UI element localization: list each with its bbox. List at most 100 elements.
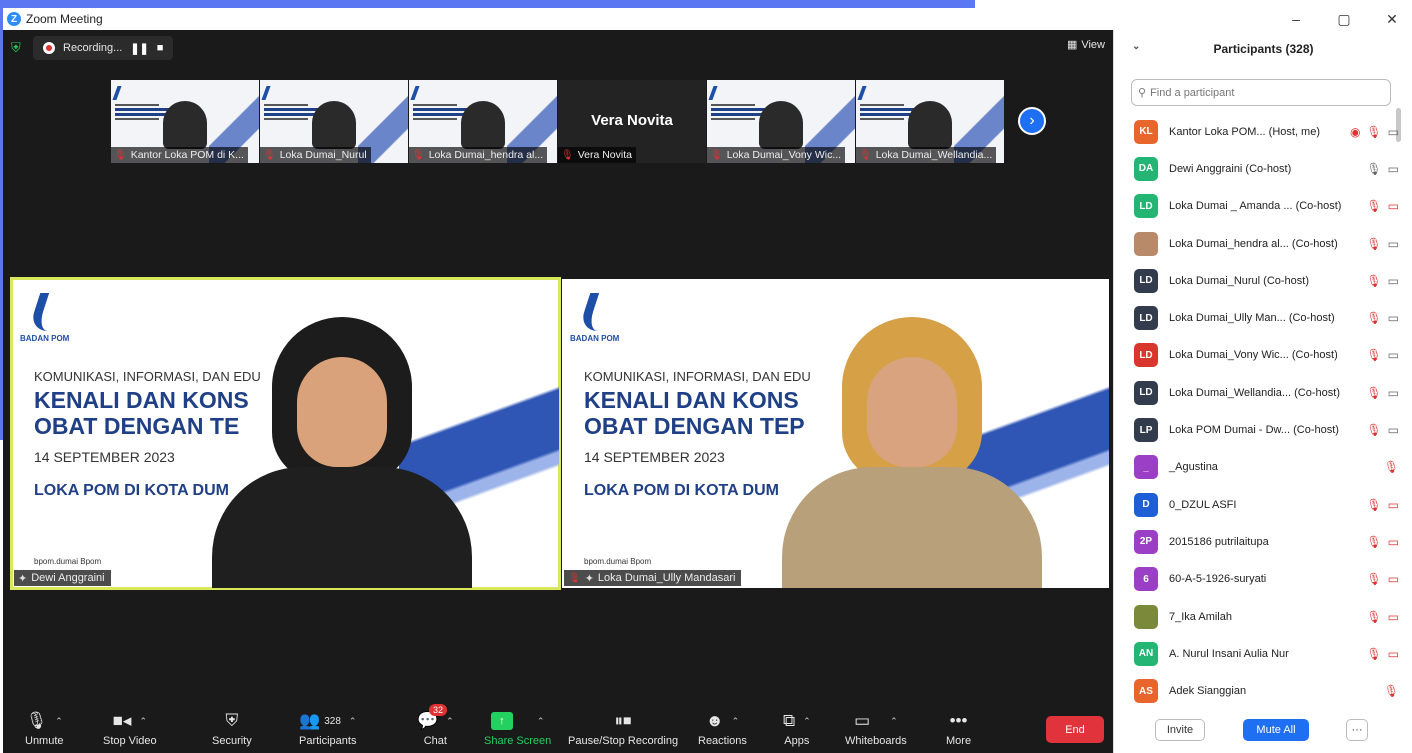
- search-icon: ⚲: [1138, 87, 1147, 99]
- whiteboards-button[interactable]: ▭ ⌃ Whiteboards: [845, 710, 907, 747]
- participant-row[interactable]: DA Dewi Anggraini (Co-host) 🎙 ▭: [1114, 150, 1412, 187]
- participant-row[interactable]: LP Loka POM Dumai - Dw... (Co-host) 🎙 ▭: [1114, 411, 1412, 448]
- end-meeting-button[interactable]: End: [1046, 716, 1104, 743]
- decor-band: [0, 0, 975, 8]
- participant-name: Adek Sianggian: [1169, 685, 1247, 698]
- video-tile[interactable]: BADAN POM KOMUNIKASI, INFORMASI, DAN EDU…: [562, 279, 1109, 588]
- participant-row[interactable]: LD Loka Dumai _ Amanda ... (Co-host) 🎙 ▭: [1114, 188, 1412, 225]
- participant-status-icons: 🎙 ▭: [1366, 348, 1399, 362]
- chevron-up-icon[interactable]: ⌃: [890, 716, 898, 727]
- participant-row[interactable]: AN A. Nurul Insani Aulia Nur 🎙 ▭: [1114, 635, 1412, 672]
- mic-icon: 🎙: [1366, 161, 1382, 176]
- participant-row[interactable]: LD Loka Dumai_Vony Wic... (Co-host) 🎙 ▭: [1114, 337, 1412, 374]
- mute-all-button[interactable]: Mute All: [1243, 718, 1309, 741]
- chat-button[interactable]: 💬 32 ⌃ Chat: [417, 704, 454, 747]
- recording-dot-icon: [43, 42, 55, 54]
- participant-name: A. Nurul Insani Aulia Nur: [1169, 647, 1289, 660]
- whiteboards-label: Whiteboards: [845, 735, 907, 747]
- encryption-shield-icon[interactable]: ⛨: [11, 40, 25, 56]
- minimize-button[interactable]: –: [1286, 11, 1306, 27]
- participant-row[interactable]: LD Loka Dumai_Wellandia... (Co-host) 🎙 ▭: [1114, 374, 1412, 411]
- grid-icon: ▦: [1066, 39, 1078, 51]
- stop-video-label: Stop Video: [103, 735, 157, 747]
- chevron-down-icon[interactable]: ⌄: [1132, 41, 1140, 52]
- thumbnail-name: Vera Novita: [577, 149, 632, 161]
- pause-stop-recording-button[interactable]: ⏸⏹ Pause/Stop Recording: [568, 710, 678, 747]
- chevron-up-icon[interactable]: ⌃: [732, 716, 740, 727]
- thumbnail-name: Kantor Loka POM di K...: [130, 149, 244, 161]
- participant-row[interactable]: 2P 2015186 putrilaitupa 🎙 ▭: [1114, 523, 1412, 560]
- thumbnail-tile[interactable]: 🎙 Loka Dumai_Vony Wic...: [707, 80, 855, 163]
- next-page-arrow-icon[interactable]: ›: [1018, 107, 1046, 135]
- participant-row[interactable]: D 0_DZUL ASFI 🎙 ▭: [1114, 486, 1412, 523]
- thumbnail-tile[interactable]: 🎙 Loka Dumai_Wellandia...: [856, 80, 1004, 163]
- more-label: More: [946, 735, 972, 747]
- title-bar: Z Zoom Meeting – ▢ ✕: [3, 8, 1412, 30]
- participant-row[interactable]: Loka Dumai_hendra al... (Co-host) 🎙 ▭: [1114, 225, 1412, 262]
- video-name-tag: ✦ Dewi Anggraini: [14, 570, 111, 586]
- participant-row[interactable]: 7_Ika Amilah 🎙 ▭: [1114, 598, 1412, 635]
- chevron-up-icon[interactable]: ⌃: [55, 716, 63, 727]
- thumbnail-tile[interactable]: 🎙 Kantor Loka POM di K...: [111, 80, 259, 163]
- mic-muted-icon: 🎙: [1366, 199, 1382, 214]
- mic-muted-icon: 🎙: [561, 149, 574, 161]
- participant-video: [759, 101, 803, 149]
- bpom-logo-icon: [410, 86, 426, 100]
- mic-muted-icon: 🎙: [1366, 124, 1382, 139]
- panel-footer: Invite Mute All ···: [1114, 706, 1412, 753]
- mic-muted-icon: 🎙: [114, 149, 127, 161]
- chat-label: Chat: [423, 735, 447, 747]
- chevron-up-icon[interactable]: ⌃: [803, 716, 811, 727]
- participant-row[interactable]: LD Loka Dumai_Nurul (Co-host) 🎙 ▭: [1114, 262, 1412, 299]
- participant-video: [461, 101, 505, 149]
- mic-muted-icon: 🎙: [1366, 609, 1382, 624]
- chevron-up-icon[interactable]: ⌃: [349, 716, 357, 727]
- video-off-icon: ▭: [1387, 646, 1399, 661]
- pause-recording-button[interactable]: ❚❚: [130, 42, 148, 55]
- chevron-up-icon[interactable]: ⌃: [537, 716, 545, 727]
- participant-row[interactable]: AS Adek Sianggian 🎙: [1114, 672, 1412, 709]
- security-button[interactable]: ⛨ Security: [212, 710, 252, 747]
- participant-row[interactable]: LD Loka Dumai_Ully Man... (Co-host) 🎙 ▭: [1114, 299, 1412, 336]
- view-button[interactable]: ▦ View: [1066, 38, 1105, 52]
- maximize-button[interactable]: ▢: [1334, 11, 1354, 28]
- reactions-button[interactable]: ☻ ⌃ Reactions: [698, 710, 747, 747]
- mic-muted-icon: 🎙: [859, 149, 872, 161]
- stop-recording-button[interactable]: ■: [157, 42, 164, 54]
- apps-button[interactable]: ⧉ ⌃ Apps: [783, 710, 811, 747]
- video-name: Dewi Anggraini: [31, 572, 105, 584]
- participants-button[interactable]: 👥 328 ⌃ Participants: [299, 710, 356, 747]
- panel-title: Participants (328): [1213, 42, 1314, 56]
- video-tile-active-speaker[interactable]: BADAN POM KOMUNIKASI, INFORMASI, DAN EDU…: [10, 277, 561, 590]
- share-screen-button[interactable]: ↑ ⌃ Share Screen: [484, 710, 551, 747]
- mic-muted-icon: 🎙: [25, 711, 48, 730]
- thumbnail-tile[interactable]: 🎙 Loka Dumai_Nurul: [260, 80, 408, 163]
- participant-name: Loka Dumai_Wellandia... (Co-host): [1169, 386, 1340, 399]
- invite-button[interactable]: Invite: [1155, 718, 1205, 741]
- thumbnail-tile[interactable]: 🎙 Loka Dumai_hendra al...: [409, 80, 557, 163]
- thumbnail-tile[interactable]: Vera Novita 🎙 Vera Novita: [558, 80, 706, 163]
- recording-label: Recording...: [63, 42, 123, 54]
- video-off-icon: ▭: [1387, 534, 1399, 549]
- stop-video-button[interactable]: ■◂ ⌃ Stop Video: [103, 710, 157, 747]
- participant-row[interactable]: _ _Agustina 🎙: [1114, 449, 1412, 486]
- unmute-button[interactable]: 🎙 ⌃ Unmute: [25, 710, 64, 747]
- video-icon: ▭: [1387, 161, 1399, 176]
- participant-row[interactable]: KL Kantor Loka POM... (Host, me) ◉ 🎙 ▭: [1114, 113, 1412, 150]
- participant-video: [908, 101, 952, 149]
- more-button[interactable]: ••• More: [946, 710, 971, 747]
- chevron-up-icon[interactable]: ⌃: [446, 716, 454, 727]
- participant-search-input[interactable]: ⚲ Find a participant: [1131, 79, 1391, 106]
- more-options-button[interactable]: ···: [1346, 718, 1368, 741]
- participant-row[interactable]: 6 60-A-5-1926-suryati 🎙 ▭: [1114, 561, 1412, 598]
- thumbnail-display-name: Vera Novita: [591, 112, 673, 129]
- window-title: Zoom Meeting: [26, 12, 103, 26]
- video-name-tag: 🎙 ✦ Loka Dumai_Ully Mandasari: [564, 570, 742, 586]
- thumbnail-name: Loka Dumai_Nurul: [279, 149, 367, 161]
- chevron-up-icon[interactable]: ⌃: [139, 716, 147, 727]
- view-label: View: [1081, 38, 1105, 51]
- mic-muted-icon: 🎙: [1366, 273, 1382, 288]
- ellipsis-icon: •••: [949, 711, 968, 730]
- close-button[interactable]: ✕: [1382, 11, 1402, 28]
- whiteboard-icon: ▭: [854, 711, 871, 730]
